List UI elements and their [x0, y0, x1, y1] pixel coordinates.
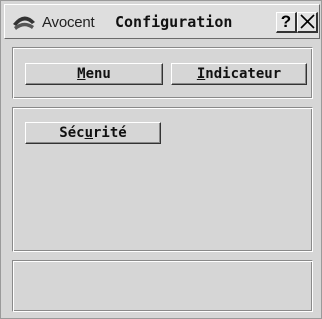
configuration-window: Avocent Configuration ? Menu Indicateur … — [0, 0, 322, 319]
avocent-logo-icon — [13, 16, 35, 30]
menu-mnemonic: M — [77, 66, 86, 82]
menu-label: enu — [85, 66, 111, 82]
close-icon — [299, 14, 315, 29]
security-button[interactable]: Sécurité — [25, 122, 161, 144]
window-title: Configuration — [115, 13, 233, 31]
brand-name: Avocent — [42, 14, 95, 31]
security-label-end: rité — [93, 125, 127, 141]
status-panel — [12, 260, 313, 312]
security-label-start: Séc — [59, 125, 85, 141]
indicator-label: ndicateur — [205, 66, 282, 82]
navigation-panel: Menu Indicateur — [12, 47, 313, 99]
help-button[interactable]: ? — [276, 12, 297, 33]
title-bar: Avocent Configuration ? — [4, 4, 320, 39]
settings-panel: Sécurité — [12, 107, 313, 252]
help-icon: ? — [280, 12, 292, 31]
indicator-button[interactable]: Indicateur — [171, 63, 307, 85]
close-button[interactable] — [297, 12, 318, 33]
security-mnemonic: u — [84, 125, 93, 141]
menu-button[interactable]: Menu — [25, 63, 163, 85]
